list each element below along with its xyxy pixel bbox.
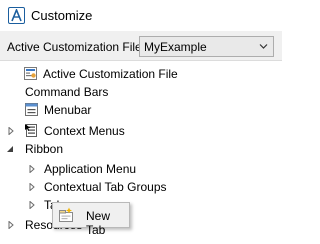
chevron-right-icon[interactable] xyxy=(7,221,15,229)
tree-item-context-menus[interactable]: Context Menus xyxy=(0,122,282,140)
menu-item-label: New Tab xyxy=(86,209,111,237)
customization-file-label: Active Customization File xyxy=(7,40,142,54)
cui-file-icon xyxy=(24,67,37,80)
tree-item-command-bars[interactable]: Command Bars xyxy=(0,83,282,101)
tree-item-ribbon[interactable]: Ribbon xyxy=(0,140,282,158)
tree-item-label: Context Menus xyxy=(44,124,125,138)
chevron-right-icon[interactable] xyxy=(7,127,15,135)
tree-item-label: Menubar xyxy=(44,103,92,117)
tree-item-label: Command Bars xyxy=(25,85,109,99)
menubar-icon xyxy=(25,103,38,116)
new-tab-icon xyxy=(59,207,73,222)
chevron-expanded-icon[interactable] xyxy=(6,145,14,153)
chevron-right-icon[interactable] xyxy=(28,165,36,173)
tree-item-label: Ribbon xyxy=(25,142,64,156)
customization-file-select[interactable]: MyExample xyxy=(139,36,274,57)
tree-item-resources[interactable]: Resources xyxy=(0,216,282,234)
chevron-right-icon[interactable] xyxy=(28,183,36,191)
customization-tree[interactable]: Active Customization File Command Bars M… xyxy=(0,61,282,244)
tree-item-tabs[interactable]: Tabs xyxy=(0,196,282,214)
context-menu-icon xyxy=(25,124,37,137)
window-title: Customize xyxy=(31,8,93,23)
customization-file-value: MyExample xyxy=(144,40,207,54)
tree-item-active-customization-file[interactable]: Active Customization File xyxy=(0,65,282,83)
tree-item-application-menu[interactable]: Application Menu xyxy=(0,160,282,178)
context-menu: New Tab xyxy=(52,202,130,237)
chevron-right-icon[interactable] xyxy=(28,201,36,209)
tree-item-label: Active Customization File xyxy=(43,67,178,81)
customization-file-row: Active Customization File MyExample xyxy=(0,31,282,61)
title-bar: Customize xyxy=(0,0,282,31)
tree-item-contextual-tab-groups[interactable]: Contextual Tab Groups xyxy=(0,178,282,196)
chevron-down-icon xyxy=(259,44,268,49)
tree-item-menubar[interactable]: Menubar xyxy=(0,101,282,119)
tree-item-label: Contextual Tab Groups xyxy=(44,180,167,194)
tree-item-label: Application Menu xyxy=(44,162,137,176)
autocad-a-icon xyxy=(8,7,25,24)
menu-item-new-tab[interactable]: New Tab xyxy=(53,203,129,237)
